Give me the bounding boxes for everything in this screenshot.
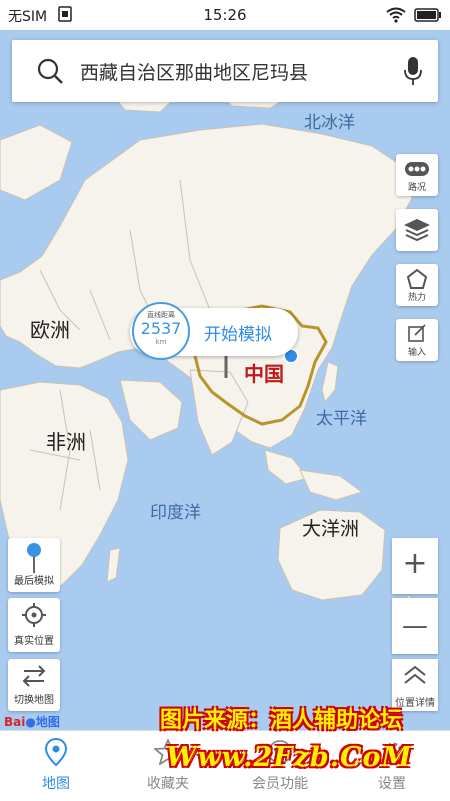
- tab-map[interactable]: 地图: [0, 731, 112, 801]
- traffic-icon: [404, 160, 430, 182]
- input-label: 输入: [407, 348, 426, 358]
- last-simulation-label: 最后模拟: [14, 576, 54, 587]
- label-africa: 非洲: [46, 430, 86, 454]
- tab-settings-label: 设置: [378, 776, 406, 792]
- real-location-label: 真实位置: [14, 636, 54, 647]
- baidu-logo: Bai●地图: [4, 713, 60, 730]
- switch-map-label: 切换地图: [14, 695, 54, 706]
- label-pacific-ocean: 太平洋: [316, 409, 367, 429]
- zoom-out-label: —: [402, 611, 428, 641]
- wifi-icon: [386, 7, 406, 27]
- heat-button[interactable]: 热力: [396, 264, 438, 306]
- brand-bai: Bai: [4, 715, 26, 729]
- search-input[interactable]: 西藏自治区那曲地区尼玛县: [80, 58, 308, 85]
- last-simulation-button[interactable]: 最后模拟: [8, 538, 60, 592]
- brand-map: 地图: [35, 715, 60, 729]
- label-arctic-ocean: 北冰洋: [304, 113, 355, 133]
- switch-map-button[interactable]: 切换地图: [8, 659, 60, 711]
- layers-icon: [403, 217, 431, 247]
- distance-unit: km: [155, 338, 167, 346]
- crosshair-icon: [22, 603, 46, 631]
- search-bar[interactable]: 西藏自治区那曲地区尼玛县: [12, 40, 438, 102]
- traffic-label: 路况: [407, 183, 426, 193]
- zoom-in-button[interactable]: +: [392, 538, 438, 594]
- location-marker-icon: [44, 737, 68, 771]
- tab-favorites-label: 收藏夹: [147, 776, 189, 792]
- label-indian-ocean: 印度洋: [150, 503, 201, 523]
- label-china: 中国: [244, 362, 284, 386]
- zoom-in-label: +: [402, 546, 428, 581]
- input-button[interactable]: 输入: [396, 319, 438, 361]
- watermark-url: Www.2Fzb.CoM: [166, 742, 413, 773]
- zoom-out-button[interactable]: —: [392, 598, 438, 654]
- distance-badge: 直线距离 2537 km: [132, 302, 190, 360]
- start-simulation-button[interactable]: 开始模拟: [204, 320, 272, 345]
- heat-label: 热力: [407, 293, 426, 303]
- status-bar: 无SIM 15:26: [0, 0, 450, 30]
- world-map-graphic: [0, 84, 417, 621]
- distance-bubble[interactable]: 直线距离 2537 km 开始模拟: [130, 302, 298, 360]
- distance-value: 2537: [140, 319, 182, 338]
- battery-icon: [414, 8, 442, 26]
- microphone-icon[interactable]: [404, 56, 422, 90]
- search-icon: [36, 57, 64, 89]
- label-oceania: 大洋洲: [302, 518, 360, 540]
- tab-member-label: 会员功能: [252, 776, 308, 792]
- clock: 15:26: [203, 6, 247, 24]
- label-europe: 欧洲: [30, 318, 70, 342]
- tab-map-label: 地图: [42, 776, 70, 792]
- swap-arrows-icon: [22, 665, 46, 691]
- watermark-source: 图片来源：酒人辅助论坛: [160, 707, 403, 733]
- paw-icon: ●: [25, 715, 36, 729]
- edit-icon: [408, 324, 426, 346]
- chevron-up-icon: [403, 665, 427, 689]
- real-location-button[interactable]: 真实位置: [8, 598, 60, 652]
- traffic-button[interactable]: 路况: [396, 154, 438, 196]
- layers-button[interactable]: [396, 209, 438, 251]
- map-canvas[interactable]: 北冰洋 欧洲 非洲 中国 太平洋 印度洋 大洋洲 直线距离 2537 km 开始…: [0, 30, 450, 730]
